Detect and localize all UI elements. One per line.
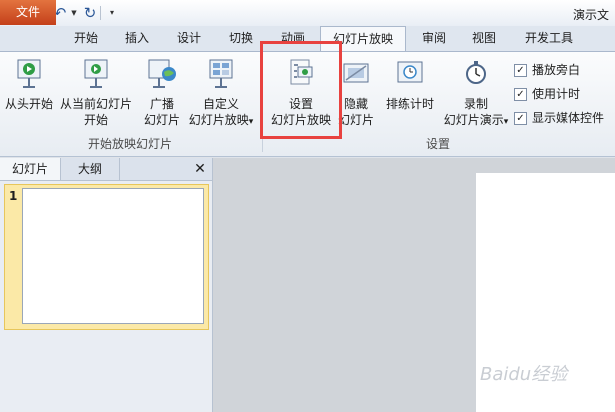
record-label-2: 幻灯片演示▾: [438, 112, 514, 130]
broadcast-label-2: 幻灯片: [143, 113, 180, 127]
play-from-start-icon: [4, 58, 54, 94]
undo-dropdown-icon[interactable]: ▼: [70, 4, 78, 21]
hide-label-2: 幻灯片: [338, 113, 375, 127]
from-current-label-2: 开始: [83, 113, 108, 127]
use-timings-label: 使用计时: [532, 87, 581, 101]
rehearse-timer-icon: [382, 58, 438, 94]
hide-label-1: 隐藏: [343, 97, 368, 111]
group-label-set-up: 设置: [426, 137, 451, 151]
hide-slide-icon: [338, 58, 374, 94]
from-current-slide-button[interactable]: 从当前幻灯片 开始: [58, 58, 134, 128]
use-timings-checkbox[interactable]: ✓: [514, 88, 527, 101]
narration-checkbox[interactable]: ✓: [514, 64, 527, 77]
custom-label-1: 自定义: [202, 97, 239, 111]
customize-qat-icon[interactable]: ▾: [106, 4, 118, 21]
from-current-label-1: 从当前幻灯片: [59, 97, 132, 111]
record-dropdown-icon[interactable]: ▾: [504, 117, 509, 127]
tab-file[interactable]: 文件: [0, 0, 56, 25]
custom-dropdown-icon[interactable]: ▾: [249, 117, 254, 127]
show-media-controls-label: 显示媒体控件: [532, 111, 605, 125]
custom-label-2-text: 幻灯片放映: [188, 113, 249, 127]
tab-home[interactable]: 开始: [63, 26, 109, 51]
custom-label-2: 幻灯片放映▾: [186, 112, 256, 130]
tab-insert[interactable]: 插入: [114, 26, 160, 51]
close-pane-icon[interactable]: ✕: [192, 160, 208, 178]
record-slide-show-button[interactable]: 录制 幻灯片演示▾: [438, 58, 514, 130]
broadcast-label-1: 广播: [149, 97, 174, 111]
tab-view[interactable]: 视图: [462, 26, 506, 51]
show-media-controls-checkbox[interactable]: ✓: [514, 112, 527, 125]
redo-icon[interactable]: ↻: [82, 4, 98, 22]
window-title: 演示文: [572, 8, 609, 22]
play-from-current-icon: [58, 58, 134, 94]
tab-transitions[interactable]: 切换: [218, 26, 264, 51]
record-label-2-text: 幻灯片演示: [443, 113, 504, 127]
custom-show-icon: [186, 58, 256, 94]
rehearse-timings-button[interactable]: 排练计时: [382, 58, 438, 112]
slide-thumbnail[interactable]: [22, 188, 204, 324]
tab-developer[interactable]: 开发工具: [514, 26, 584, 51]
from-beginning-button[interactable]: 从头开始: [4, 58, 54, 112]
from-beginning-label: 从头开始: [4, 97, 53, 111]
tab-design[interactable]: 设计: [166, 26, 212, 51]
custom-slide-show-button[interactable]: 自定义 幻灯片放映▾: [186, 58, 256, 130]
slide-number: 1: [9, 189, 18, 203]
pane-tab-slides[interactable]: 幻灯片: [0, 158, 61, 180]
group-label-start-slide-show: 开始放映幻灯片: [88, 137, 173, 151]
watermark-text: Baidu经验: [480, 364, 568, 385]
broadcast-slide-show-button[interactable]: 广播 幻灯片: [140, 58, 184, 128]
broadcast-globe-icon: [140, 58, 184, 94]
tab-review[interactable]: 审阅: [412, 26, 456, 51]
qat-separator: [100, 6, 101, 20]
play-narrations-label: 播放旁白: [532, 63, 581, 77]
pane-tab-outline[interactable]: 大纲: [61, 158, 120, 180]
highlight-box: [260, 41, 342, 139]
hide-slide-button[interactable]: 隐藏 幻灯片: [338, 58, 374, 128]
record-label-1: 录制: [463, 97, 488, 111]
record-stopwatch-icon: [438, 58, 514, 94]
rehearse-label: 排练计时: [385, 97, 434, 111]
